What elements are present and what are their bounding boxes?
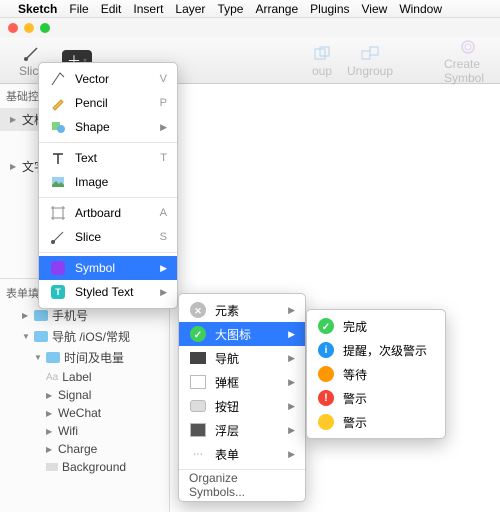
menu-vector[interactable]: VectorV xyxy=(39,67,177,91)
create-symbol-icon xyxy=(458,37,478,57)
sym-wancheng[interactable]: 完成 xyxy=(307,314,445,338)
menu-image[interactable]: Image xyxy=(39,170,177,194)
menu-styled-text[interactable]: TStyled Text▶ xyxy=(39,280,177,304)
menu-layer[interactable]: Layer xyxy=(175,2,205,16)
navbar-swatch-icon xyxy=(189,349,207,367)
menu-symbol[interactable]: Symbol▶ xyxy=(39,256,177,280)
folder-icon xyxy=(46,352,60,363)
traffic-zoom-icon[interactable] xyxy=(40,23,50,33)
symbol-purple-icon xyxy=(49,259,67,277)
menu-arrange[interactable]: Arrange xyxy=(255,2,298,16)
layer-item[interactable]: ▶Charge xyxy=(0,440,169,458)
shape-icon xyxy=(49,118,67,136)
menu-slice[interactable]: SliceS xyxy=(39,225,177,249)
sym-jingshi2[interactable]: 警示 xyxy=(307,410,445,434)
ungroup-label: Ungroup xyxy=(347,64,393,78)
wait-icon xyxy=(317,365,335,383)
icon-submenu: 完成 i提醒，次级警示 等待 !警示 警示 xyxy=(306,309,446,439)
app-menu[interactable]: Sketch xyxy=(18,2,57,16)
layer-item[interactable]: Background xyxy=(0,458,169,476)
menu-text[interactable]: TextT xyxy=(39,146,177,170)
submenu-arrow-icon: ▶ xyxy=(288,425,295,436)
ungroup-tool[interactable]: Ungroup xyxy=(346,44,394,78)
layer-item[interactable]: ▶Wifi xyxy=(0,422,169,440)
layer-item[interactable]: AaLabel xyxy=(0,368,169,386)
menu-plugins[interactable]: Plugins xyxy=(310,2,349,16)
artboard-icon xyxy=(49,204,67,222)
menu-view[interactable]: View xyxy=(362,2,388,16)
submenu-yuansu[interactable]: 元素▶ xyxy=(179,298,305,322)
green-check-icon xyxy=(189,325,207,343)
submenu-datubiao[interactable]: 大图标▶ xyxy=(179,322,305,346)
sym-dengdai[interactable]: 等待 xyxy=(307,362,445,386)
create-symbol-label: Create Symbol xyxy=(444,57,492,85)
insert-menu: VectorV PencilP Shape▶ TextT Image Artbo… xyxy=(38,62,178,309)
styled-text-icon: T xyxy=(49,283,67,301)
menu-edit[interactable]: Edit xyxy=(101,2,122,16)
macos-menubar: Sketch File Edit Insert Layer Type Arran… xyxy=(0,0,500,18)
sym-tixing[interactable]: i提醒，次级警示 xyxy=(307,338,445,362)
menu-window[interactable]: Window xyxy=(399,2,442,16)
submenu-arrow-icon: ▶ xyxy=(160,287,167,298)
dialog-swatch-icon xyxy=(189,373,207,391)
submenu-arrow-icon: ▶ xyxy=(288,401,295,412)
warn-icon xyxy=(317,413,335,431)
slice-icon xyxy=(22,44,42,64)
text-icon xyxy=(49,149,67,167)
pencil-icon xyxy=(49,94,67,112)
text-layer-icon: Aa xyxy=(46,372,58,383)
menu-pencil[interactable]: PencilP xyxy=(39,91,177,115)
submenu-arrow-icon: ▶ xyxy=(288,449,295,460)
menu-shape[interactable]: Shape▶ xyxy=(39,115,177,139)
button-swatch-icon xyxy=(189,397,207,415)
sym-jingshi1[interactable]: !警示 xyxy=(307,386,445,410)
ungroup-icon xyxy=(360,44,380,64)
traffic-close-icon[interactable] xyxy=(8,23,18,33)
folder-icon xyxy=(34,331,48,342)
folder-icon xyxy=(34,310,48,321)
menu-artboard[interactable]: ArtboardA xyxy=(39,201,177,225)
vector-icon xyxy=(49,70,67,88)
submenu-tankuang[interactable]: 弹框▶ xyxy=(179,370,305,394)
alert-icon: ! xyxy=(317,389,335,407)
submenu-arrow-icon: ▶ xyxy=(288,329,295,340)
organize-symbols[interactable]: Organize Symbols... xyxy=(179,473,305,497)
layer-swatch-icon xyxy=(189,421,207,439)
layer-item[interactable]: ▼时间及电量 xyxy=(0,347,169,368)
submenu-arrow-icon: ▶ xyxy=(160,122,167,133)
rect-layer-icon xyxy=(46,463,58,471)
titlebar xyxy=(0,18,500,38)
layer-item[interactable]: ▶Signal xyxy=(0,386,169,404)
submenu-daohang[interactable]: 导航▶ xyxy=(179,346,305,370)
submenu-arrow-icon: ▶ xyxy=(288,377,295,388)
menu-file[interactable]: File xyxy=(69,2,88,16)
submenu-arrow-icon: ▶ xyxy=(160,263,167,274)
traffic-min-icon[interactable] xyxy=(24,23,34,33)
submenu-arrow-icon: ▶ xyxy=(288,305,295,316)
menu-insert[interactable]: Insert xyxy=(133,2,163,16)
menu-type[interactable]: Type xyxy=(217,2,243,16)
submenu-anniu[interactable]: 按钮▶ xyxy=(179,394,305,418)
group-tool[interactable]: oup xyxy=(298,44,346,78)
create-symbol-tool[interactable]: Create Symbol xyxy=(444,37,492,85)
layer-item[interactable]: ▶WeChat xyxy=(0,404,169,422)
submenu-arrow-icon: ▶ xyxy=(288,353,295,364)
submenu-biaodan[interactable]: ⋯表单▶ xyxy=(179,442,305,466)
image-icon xyxy=(49,173,67,191)
layer-item[interactable]: ▼导航 /iOS/常规 xyxy=(0,326,169,347)
submenu-fuceng[interactable]: 浮层▶ xyxy=(179,418,305,442)
slice-tool-icon xyxy=(49,228,67,246)
grey-x-icon xyxy=(189,301,207,319)
success-icon xyxy=(317,317,335,335)
group-icon xyxy=(312,44,332,64)
info-icon: i xyxy=(317,341,335,359)
group-label: oup xyxy=(312,64,332,78)
symbol-submenu: 元素▶ 大图标▶ 导航▶ 弹框▶ 按钮▶ 浮层▶ ⋯表单▶ Organize S… xyxy=(178,293,306,502)
form-swatch-icon: ⋯ xyxy=(189,445,207,463)
